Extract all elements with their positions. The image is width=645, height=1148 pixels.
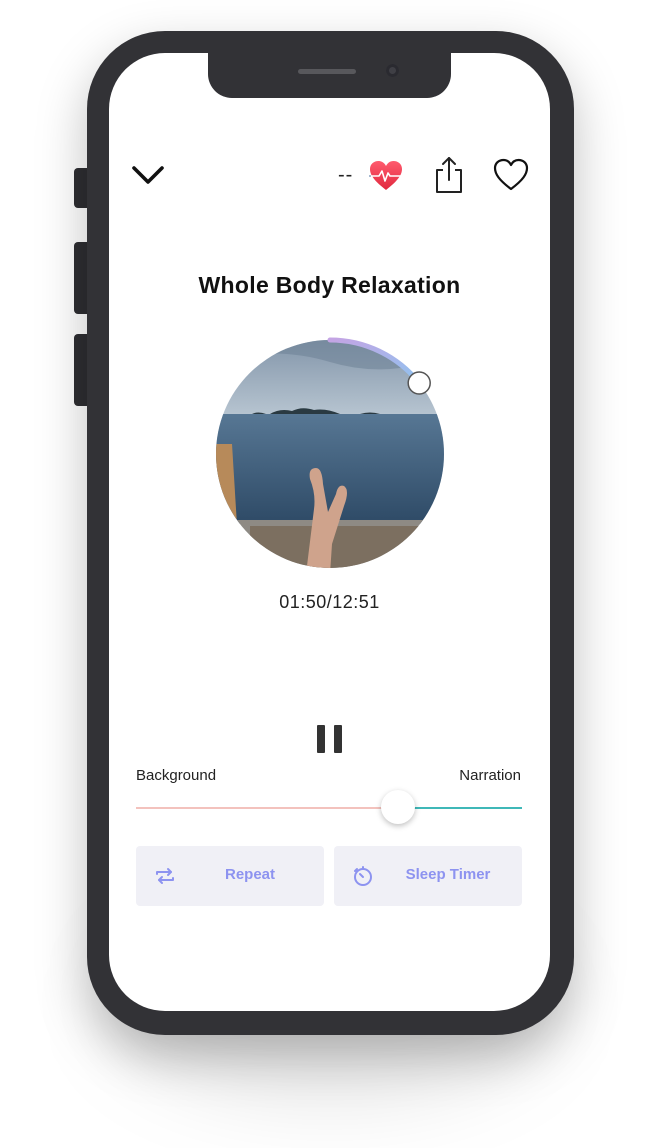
- slider-track-background: [136, 807, 399, 809]
- speaker: [298, 69, 356, 74]
- sleep-timer-label: Sleep Timer: [405, 866, 491, 883]
- sleep-timer-button[interactable]: Sleep Timer: [334, 846, 522, 906]
- heart-rate-value: --: [338, 164, 354, 186]
- slider-thumb[interactable]: [381, 790, 416, 824]
- share-icon[interactable]: [432, 156, 466, 194]
- notch: [208, 53, 451, 98]
- repeat-label: Repeat: [224, 866, 276, 883]
- heart-rate-icon[interactable]: [369, 160, 403, 192]
- chevron-down-icon[interactable]: [130, 160, 166, 190]
- track-artwork: [216, 337, 444, 568]
- pause-bar-right: [334, 725, 342, 753]
- slider-track-narration: [398, 807, 522, 809]
- sleep-timer-icon: [354, 866, 372, 886]
- mix-balance-slider[interactable]: [136, 786, 522, 830]
- repeat-button[interactable]: Repeat: [136, 846, 324, 906]
- track-title: Whole Body Relaxation: [198, 272, 461, 298]
- progress-knob[interactable]: [407, 371, 431, 395]
- pause-bar-left: [317, 725, 325, 753]
- camera: [386, 64, 399, 77]
- playback-time: 01:50/12:51: [279, 592, 380, 612]
- background-label: Background: [136, 767, 217, 784]
- repeat-icon: [156, 868, 174, 884]
- pause-icon[interactable]: [317, 725, 343, 753]
- heart-outline-icon[interactable]: [493, 158, 529, 192]
- narration-label: Narration: [459, 767, 521, 784]
